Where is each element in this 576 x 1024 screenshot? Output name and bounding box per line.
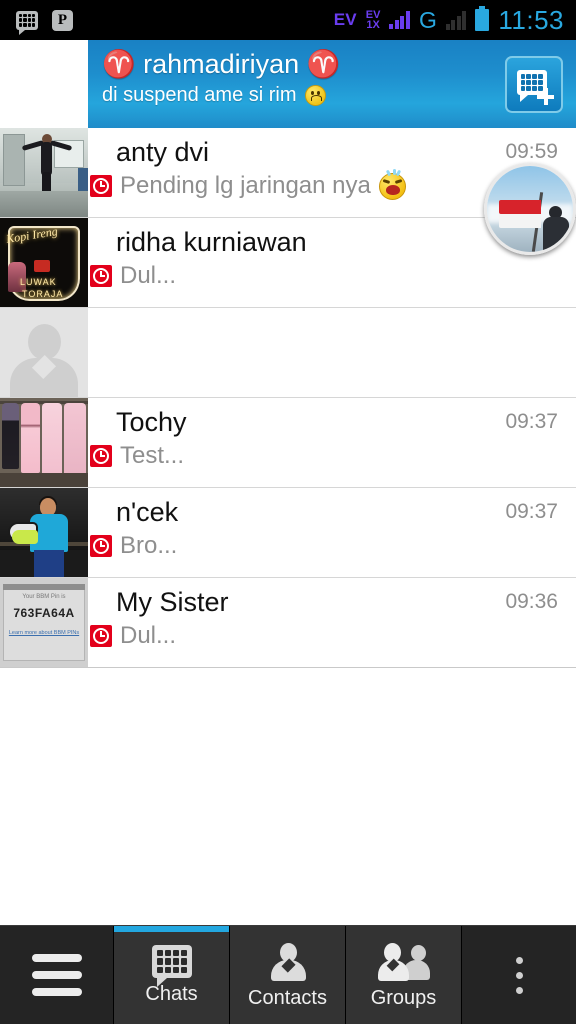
profile-header[interactable]: ♈ rahmadiriyan ♈ di suspend ame si rim [88,40,576,128]
avatar [0,308,88,397]
preview-row: Dul... [90,261,576,291]
overflow-dots-icon [515,956,523,994]
menu-button[interactable] [0,926,114,1024]
tab-chats[interactable]: Chats [114,926,230,1024]
message-preview: Dul... [120,622,177,649]
message-preview: Pending lg jaringan nya [120,172,371,199]
avatar: Your BBM Pin is 763FA64A Learn more abou… [0,578,88,667]
signal-bars-icon [445,10,467,30]
message-time: 09:37 [505,500,558,523]
message-time: 09:36 [505,590,558,613]
new-chat-button[interactable] [505,56,563,113]
flag-on-mountain-avatar[interactable] [484,163,576,255]
row-content [88,308,576,397]
path-app-icon: P [52,9,73,31]
message-preview: Dul... [120,262,177,289]
message-time: 09:37 [505,410,558,433]
avatar-text-pin-link: Learn more about BBM PINs [8,630,80,636]
people-group-icon [377,942,430,982]
signal-bars-purple-icon [389,11,410,29]
preview-row: Test... [90,441,576,471]
pending-clock-icon [90,175,112,197]
table-row[interactable]: Tochy Test... 09:37 [0,398,576,488]
avatar: Kopi Ireng LUWAK TORAJA [0,218,88,307]
tab-chats-label: Chats [145,983,198,1005]
carrier-g-label: G [418,7,437,33]
preview-row: Bro... [90,531,576,561]
avatar-text-coffee-line2: LUWAK [20,277,57,287]
network-ev-label: EV [333,10,357,29]
pending-clock-icon [90,445,112,467]
row-content: My Sister Dul... 09:36 [88,578,576,667]
pending-clock-icon [90,535,112,557]
status-bar-indicators: EV EV 1X G 11:53 [334,5,576,36]
hamburger-icon [31,954,82,996]
tab-groups[interactable]: Groups [346,926,462,1024]
network-ev1x-bottom: 1X [366,19,380,31]
more-options-button[interactable] [462,926,576,1024]
message-preview: Bro... [120,532,178,559]
message-time: 09:59 [505,140,558,163]
tab-contacts[interactable]: Contacts [230,926,346,1024]
bottom-navigation-bar: Chats Contacts Groups [0,925,576,1024]
table-row[interactable] [0,308,576,398]
person-icon [268,942,308,982]
preview-row: Dul... [90,621,576,651]
bbm-chats-screen: P EV EV 1X G 11:53 ♈ rahmadiriyan ♈ di s… [0,0,576,1024]
bbm-notification-icon [16,10,38,35]
row-content: n'cek Bro... 09:37 [88,488,576,577]
status-bar: P EV EV 1X G 11:53 [0,0,576,40]
tab-contacts-label: Contacts [248,986,327,1009]
table-row[interactable]: n'cek Bro... 09:37 [0,488,576,578]
pending-clock-icon [90,265,112,287]
crying-face-emoji [378,168,406,200]
network-ev1x-icon: EV 1X [366,10,381,31]
sad-face-emoji [304,84,326,106]
avatar-text-pin-caption: Your BBM Pin is [22,594,66,600]
avatar [0,128,88,217]
avatar [0,398,88,487]
tab-groups-label: Groups [370,986,437,1009]
clock-time: 11:53 [498,4,564,35]
avatar-text-pin-value: 763FA64A [13,606,75,620]
battery-icon [475,6,490,31]
avatar-text-coffee-line3: TORAJA [22,289,64,299]
avatar [0,488,88,577]
pending-clock-icon [90,625,112,647]
status-bar-notifications: P [0,9,73,35]
bbm-chats-icon [151,945,192,987]
plus-icon [537,88,554,105]
message-preview: Test... [120,442,185,469]
row-content: Tochy Test... 09:37 [88,398,576,487]
profile-status-message: di suspend ame si rim [102,84,297,106]
table-row[interactable]: Your BBM Pin is 763FA64A Learn more abou… [0,578,576,668]
